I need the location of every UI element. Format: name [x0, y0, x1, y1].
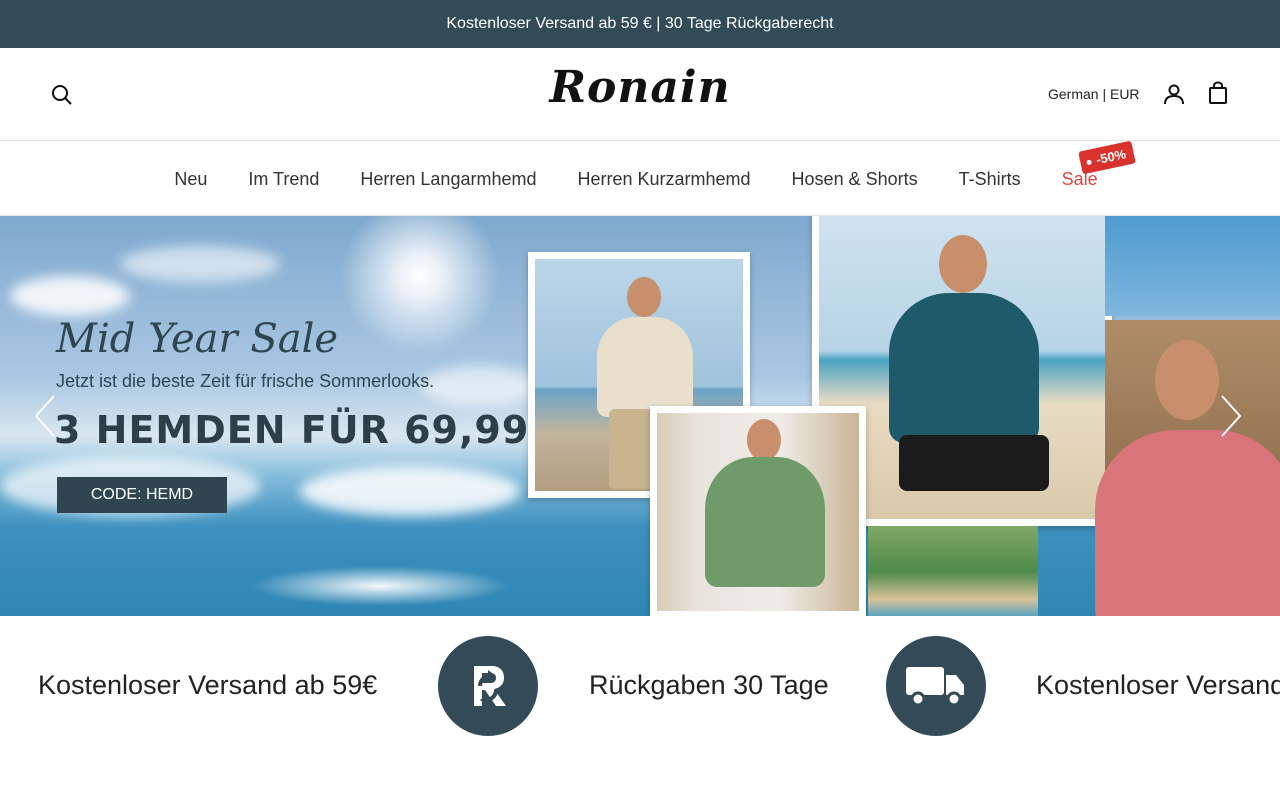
hero-headline: 3 HEMDEN FÜR 69,99 € [54, 408, 571, 452]
site-header: Ronain German | EUR [0, 48, 1280, 141]
cloud [120, 246, 280, 282]
hero-photo [1095, 320, 1280, 616]
benefit-free-shipping: Kostenloser Versand ab 59€ [1036, 670, 1280, 700]
hero-banner[interactable]: Mid Year Sale Jetzt ist die beste Zeit f… [0, 216, 1280, 616]
nav-item-t-shirts[interactable]: T-Shirts [959, 169, 1021, 190]
search-icon [52, 85, 72, 105]
nav-item-im-trend[interactable]: Im Trend [248, 169, 319, 190]
account-button[interactable] [1162, 82, 1186, 106]
person-head [939, 235, 987, 293]
announcement-bar: Kostenloser Versand ab 59 € | 30 Tage Rü… [0, 0, 1280, 48]
truck-icon-badge [886, 636, 986, 736]
chevron-right-icon [1221, 395, 1242, 437]
benefit-free-shipping: Kostenloser Versand ab 59€ [38, 670, 378, 700]
person-shirt [597, 317, 693, 417]
promo-code-button[interactable]: CODE: HEMD [57, 477, 227, 513]
returns-icon [474, 666, 506, 706]
hero-subtitle: Jetzt ist die beste Zeit für frische Som… [56, 371, 435, 391]
hero-script-title: Mid Year Sale [56, 316, 339, 362]
sea-glare [250, 566, 510, 606]
person-head [747, 419, 781, 461]
search-button[interactable] [50, 83, 74, 107]
slider-prev-button[interactable] [30, 394, 60, 438]
hero-photo [650, 406, 866, 616]
announcement-text: Kostenloser Versand ab 59 € | 30 Tage Rü… [446, 15, 834, 32]
person-shirt [705, 457, 825, 587]
person-shorts [899, 435, 1049, 491]
nav-item-neu[interactable]: Neu [174, 169, 207, 190]
locale-selector[interactable]: German | EUR [1048, 86, 1140, 102]
cloud [300, 466, 520, 516]
hero-photo-image [657, 413, 859, 611]
person-head [1155, 340, 1219, 420]
benefit-returns: Rückgaben 30 Tage [589, 670, 829, 700]
chevron-left-icon [34, 395, 55, 437]
cloud [420, 366, 540, 406]
shopping-bag-icon [1209, 81, 1227, 104]
nav-item-herren-langarmhemd[interactable]: Herren Langarmhemd [360, 169, 536, 190]
hero-photo-palm [1105, 216, 1280, 316]
returns-icon-badge [438, 636, 538, 736]
nav-item-herren-kurzarmhemd[interactable]: Herren Kurzarmhemd [577, 169, 750, 190]
cart-button[interactable] [1206, 81, 1230, 105]
site-logo[interactable]: Ronain [540, 62, 740, 122]
sun-glow [340, 216, 500, 356]
nav-item-hosen-shorts[interactable]: Hosen & Shorts [792, 169, 918, 190]
slider-next-button[interactable] [1216, 394, 1246, 438]
person-shirt [889, 293, 1039, 443]
truck-icon [906, 667, 964, 707]
cloud [10, 276, 130, 316]
person-shirt [1095, 430, 1280, 616]
person-head [627, 277, 661, 317]
user-icon [1164, 84, 1184, 105]
hero-photo-beach [868, 526, 1038, 616]
benefits-bar: Kostenloser Versand ab 59€ Rückgaben 30 … [0, 616, 1280, 800]
